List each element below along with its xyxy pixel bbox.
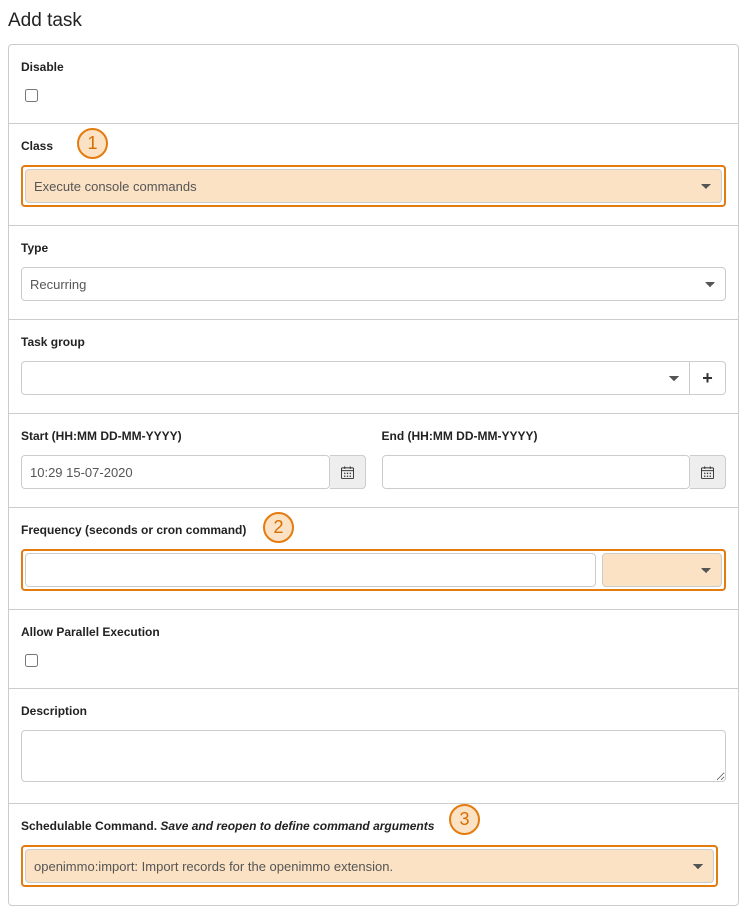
task-group-label: Task group bbox=[21, 335, 85, 349]
command-select[interactable]: openimmo:import: Import records for the … bbox=[25, 849, 714, 883]
command-label: Schedulable Command. Save and reopen to … bbox=[21, 819, 434, 833]
section-command: Schedulable Command. Save and reopen to … bbox=[9, 804, 738, 905]
disable-label: Disable bbox=[21, 60, 64, 74]
type-label: Type bbox=[21, 241, 48, 255]
section-class: Class 1 Execute console commands bbox=[9, 124, 738, 226]
section-dates: Start (HH:MM DD-MM-YYYY) End (HH:MM DD-M… bbox=[9, 414, 738, 508]
class-select[interactable]: Execute console commands bbox=[25, 169, 722, 203]
end-input[interactable] bbox=[382, 455, 691, 489]
callout-1: 1 bbox=[77, 128, 108, 159]
command-highlight: openimmo:import: Import records for the … bbox=[21, 845, 718, 887]
parallel-checkbox[interactable] bbox=[25, 654, 38, 667]
command-label-hint: Save and reopen to define command argume… bbox=[160, 819, 434, 833]
calendar-icon[interactable] bbox=[330, 455, 366, 489]
calendar-icon[interactable] bbox=[690, 455, 726, 489]
command-label-main: Schedulable Command. bbox=[21, 819, 160, 833]
callout-2: 2 bbox=[263, 512, 294, 543]
task-group-select[interactable] bbox=[21, 361, 690, 395]
section-frequency: Frequency (seconds or cron command) 2 bbox=[9, 508, 738, 610]
frequency-highlight bbox=[21, 549, 726, 591]
page-title: Add task bbox=[8, 10, 739, 32]
section-disable: Disable bbox=[9, 45, 738, 124]
disable-checkbox[interactable] bbox=[25, 89, 38, 102]
class-label: Class bbox=[21, 139, 53, 153]
start-label: Start (HH:MM DD-MM-YYYY) bbox=[21, 429, 182, 443]
section-parallel: Allow Parallel Execution bbox=[9, 610, 738, 689]
callout-3: 3 bbox=[449, 804, 480, 835]
class-highlight: Execute console commands bbox=[21, 165, 726, 207]
end-label: End (HH:MM DD-MM-YYYY) bbox=[382, 429, 538, 443]
add-task-group-button[interactable]: + bbox=[690, 361, 726, 395]
section-description: Description bbox=[9, 689, 738, 804]
section-task-group: Task group + bbox=[9, 320, 738, 414]
section-type: Type Recurring bbox=[9, 226, 738, 320]
parallel-label: Allow Parallel Execution bbox=[21, 625, 160, 639]
frequency-label: Frequency (seconds or cron command) bbox=[21, 523, 246, 537]
description-label: Description bbox=[21, 704, 87, 718]
description-textarea[interactable] bbox=[21, 730, 726, 782]
frequency-input[interactable] bbox=[25, 553, 596, 587]
add-task-form: Disable Class 1 Execute console commands… bbox=[8, 44, 739, 906]
type-select[interactable]: Recurring bbox=[21, 267, 726, 301]
start-input[interactable] bbox=[21, 455, 330, 489]
frequency-preset-select[interactable] bbox=[602, 553, 722, 587]
